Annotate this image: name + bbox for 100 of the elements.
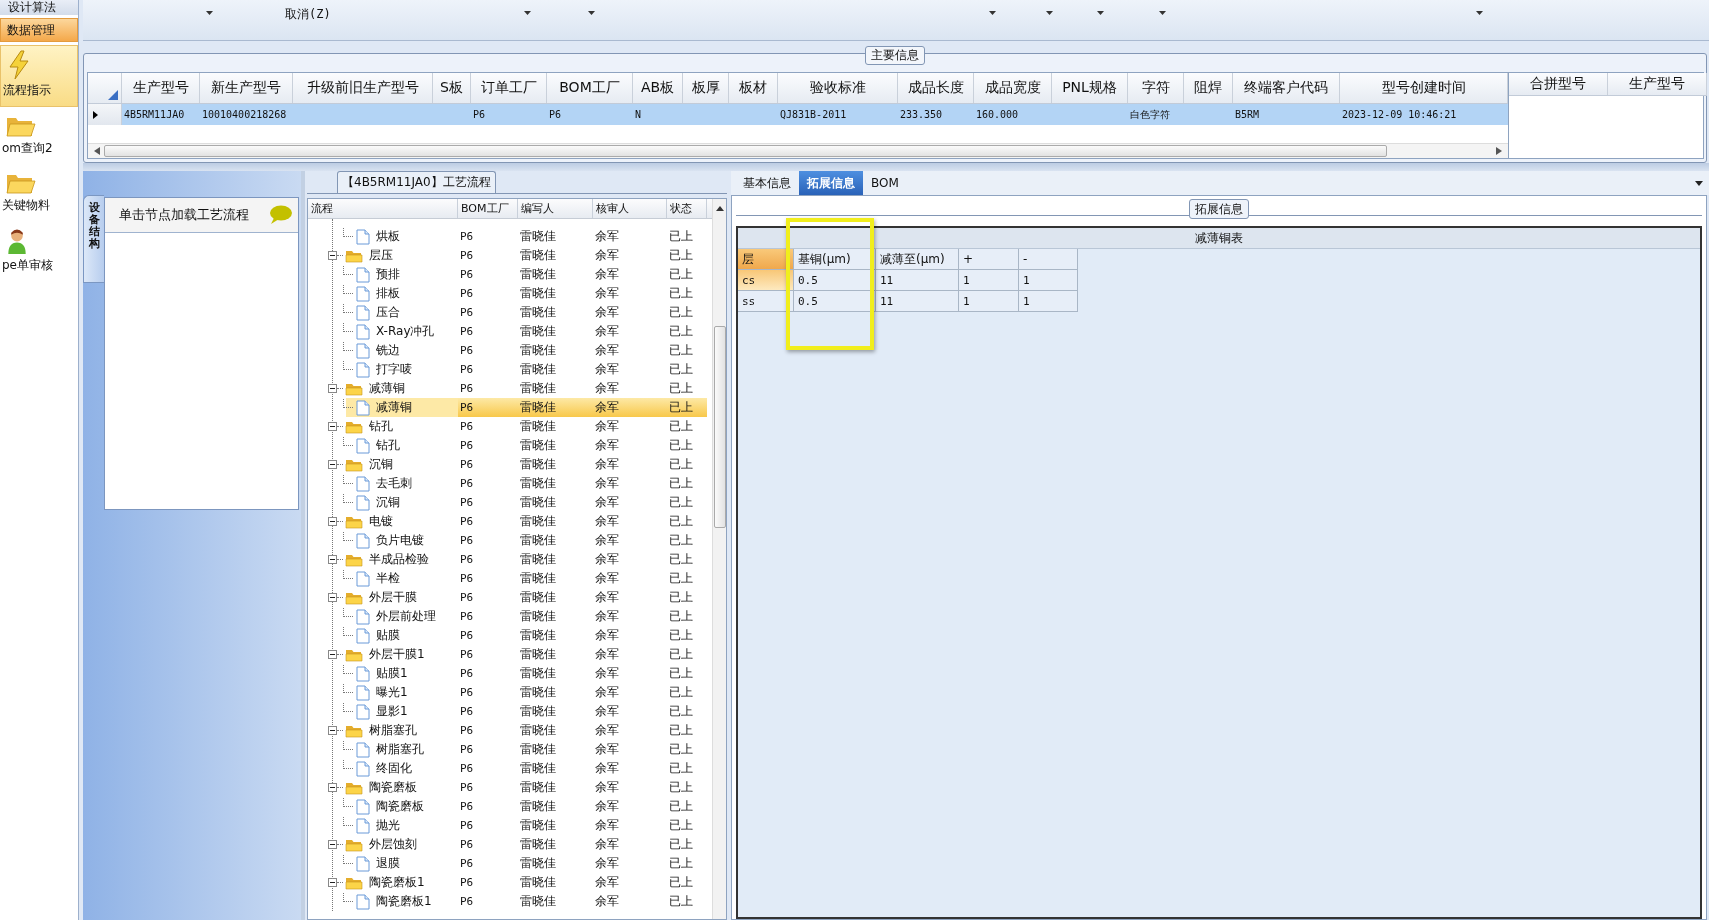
tree-row[interactable]: 陶瓷磨板 P6 雷晓佳 余军 已上 xyxy=(308,778,712,797)
collapse-icon[interactable] xyxy=(328,840,337,849)
tree-row[interactable]: X-Ray冲孔 P6 雷晓佳 余军 已上 xyxy=(308,322,712,341)
tree-row[interactable]: 外层前处理 P6 雷晓佳 余军 已上 xyxy=(308,607,712,626)
tree-row[interactable]: 沉铜 P6 雷晓佳 余军 已上 xyxy=(308,455,712,474)
tree-row[interactable]: 外层干膜1 P6 雷晓佳 余军 已上 xyxy=(308,645,712,664)
tree-row[interactable]: 终固化 P6 雷晓佳 余军 已上 xyxy=(308,759,712,778)
tree-row[interactable]: 钻孔 P6 雷晓佳 余军 已上 xyxy=(308,417,712,436)
scroll-right-icon[interactable] xyxy=(1496,147,1502,155)
collapse-icon[interactable] xyxy=(328,593,337,602)
column-header[interactable]: 减薄至(μm) xyxy=(876,249,959,270)
row-header-cell[interactable]: cs xyxy=(738,270,794,291)
sidebar-section-header[interactable]: 数据管理 xyxy=(0,18,78,42)
tree-row[interactable]: 烘板 P6 雷晓佳 余军 已上 xyxy=(308,227,712,246)
column-header[interactable]: 状态 xyxy=(667,199,707,218)
collapse-icon[interactable] xyxy=(328,384,337,393)
column-header[interactable]: 成品长度 xyxy=(898,73,974,103)
tree-row[interactable]: 打字唛 P6 雷晓佳 余军 已上 xyxy=(308,360,712,379)
column-header[interactable]: 新生产型号 xyxy=(200,73,293,103)
cancel-menu-item[interactable]: 取消(Z) xyxy=(285,6,331,23)
dropdown-arrow-icon[interactable] xyxy=(1695,181,1703,186)
collapse-icon[interactable] xyxy=(328,726,337,735)
dropdown-arrow-icon[interactable] xyxy=(588,11,595,15)
vertical-scrollbar[interactable] xyxy=(712,199,726,919)
column-header[interactable]: 板厚 xyxy=(683,73,729,103)
column-header[interactable]: 流程 xyxy=(308,199,458,218)
column-header[interactable]: 基铜(μm) xyxy=(794,249,876,270)
dropdown-arrow-icon[interactable] xyxy=(1097,11,1104,15)
tree-row[interactable]: 树脂塞孔 P6 雷晓佳 余军 已上 xyxy=(308,740,712,759)
tree-row[interactable]: 钻孔 P6 雷晓佳 余军 已上 xyxy=(308,436,712,455)
column-header[interactable]: 验收标准 xyxy=(778,73,898,103)
column-header[interactable]: 字符 xyxy=(1128,73,1184,103)
column-header[interactable]: + xyxy=(959,249,1019,270)
column-header[interactable]: 生产型号 xyxy=(122,73,200,103)
tab[interactable]: 基本信息 xyxy=(735,171,799,195)
tree-row[interactable]: 陶瓷磨板 P6 雷晓佳 余军 已上 xyxy=(308,797,712,816)
tree-row[interactable]: 抛光 P6 雷晓佳 余军 已上 xyxy=(308,816,712,835)
horizontal-scrollbar[interactable] xyxy=(88,143,1508,158)
tree-row[interactable]: 沉铜 P6 雷晓佳 余军 已上 xyxy=(308,493,712,512)
table-row[interactable]: 4B5RM11JA0 10010400218268 P6 P6 N QJ831B-2011 233.350 160.000 白色字符 B5RM 2023-12-09 10:46:21 xyxy=(88,104,1508,125)
tree-row[interactable]: 减薄铜 P6 雷晓佳 余军 已上 xyxy=(308,398,712,417)
dropdown-arrow-icon[interactable] xyxy=(524,11,531,15)
sidebar-item[interactable]: om查询2 xyxy=(0,110,78,164)
tree-row[interactable]: 贴膜 P6 雷晓佳 余军 已上 xyxy=(308,626,712,645)
dropdown-arrow-icon[interactable] xyxy=(1159,11,1166,15)
collapse-icon[interactable] xyxy=(328,251,337,260)
tree-row[interactable]: 铣边 P6 雷晓佳 余军 已上 xyxy=(308,341,712,360)
tab[interactable]: BOM xyxy=(863,171,907,195)
sidebar-item[interactable]: 设计算法 xyxy=(0,0,78,15)
collapse-icon[interactable] xyxy=(328,878,337,887)
dropdown-arrow-icon[interactable] xyxy=(1046,11,1053,15)
tree-row[interactable]: 负片电镀 P6 雷晓佳 余军 已上 xyxy=(308,531,712,550)
dropdown-arrow-icon[interactable] xyxy=(989,11,996,15)
tree-row[interactable]: 层压 P6 雷晓佳 余军 已上 xyxy=(308,246,712,265)
column-header[interactable]: 板材 xyxy=(729,73,778,103)
tree-row[interactable]: 陶瓷磨板1 P6 雷晓佳 余军 已上 xyxy=(308,873,712,892)
column-header[interactable]: 核审人 xyxy=(593,199,667,218)
tree-row[interactable]: 树脂塞孔 P6 雷晓佳 余军 已上 xyxy=(308,721,712,740)
scroll-thumb[interactable] xyxy=(713,326,726,528)
tree-row[interactable]: 预排 P6 雷晓佳 余军 已上 xyxy=(308,265,712,284)
scroll-thumb[interactable] xyxy=(104,145,1387,157)
scroll-up-icon[interactable] xyxy=(715,206,724,211)
vertical-tab[interactable]: 设备结构 xyxy=(83,195,104,283)
column-header[interactable]: 合拼型号 xyxy=(1509,73,1608,95)
tree-row[interactable]: 显影1 P6 雷晓佳 余军 已上 xyxy=(308,702,712,721)
column-header[interactable]: S板 xyxy=(433,73,471,103)
collapse-icon[interactable] xyxy=(328,517,337,526)
column-header[interactable]: 终端客户代码 xyxy=(1233,73,1340,103)
column-header[interactable]: 生产型号 xyxy=(1608,73,1707,95)
tab[interactable]: 拓展信息 xyxy=(799,171,863,195)
sidebar-item[interactable]: pe单审核 xyxy=(0,224,78,278)
tree-row[interactable]: 压合 P6 雷晓佳 余军 已上 xyxy=(308,303,712,322)
column-header[interactable]: BOM工厂 xyxy=(458,199,518,218)
collapse-icon[interactable] xyxy=(328,783,337,792)
tree-row[interactable]: 半成品检验 P6 雷晓佳 余军 已上 xyxy=(308,550,712,569)
tree-row[interactable]: 外层蚀刻 P6 雷晓佳 余军 已上 xyxy=(308,835,712,854)
column-header[interactable]: 升级前旧生产型号 xyxy=(293,73,433,103)
collapse-icon[interactable] xyxy=(328,650,337,659)
column-header[interactable]: 型号创建时间 xyxy=(1340,73,1508,103)
sidebar-item[interactable]: 关键物料 xyxy=(0,167,78,221)
column-header[interactable]: - xyxy=(1019,249,1078,270)
tree-row[interactable]: 电镀 P6 雷晓佳 余军 已上 xyxy=(308,512,712,531)
sidebar-item[interactable]: 流程指示 xyxy=(0,45,78,107)
tree-row[interactable]: 退膜 P6 雷晓佳 余军 已上 xyxy=(308,854,712,873)
tree-row[interactable]: 曝光1 P6 雷晓佳 余军 已上 xyxy=(308,683,712,702)
tree-row[interactable]: 外层干膜 P6 雷晓佳 余军 已上 xyxy=(308,588,712,607)
dropdown-arrow-icon[interactable] xyxy=(1476,11,1483,15)
column-header[interactable]: 编写人 xyxy=(518,199,593,218)
column-header[interactable]: 订单工厂 xyxy=(471,73,547,103)
row-header-cell[interactable]: ss xyxy=(738,291,794,312)
tree-row[interactable]: 贴膜1 P6 雷晓佳 余军 已上 xyxy=(308,664,712,683)
column-header[interactable]: 阻焊 xyxy=(1184,73,1233,103)
collapse-icon[interactable] xyxy=(328,460,337,469)
column-header[interactable]: AB板 xyxy=(633,73,683,103)
tree-row[interactable]: 排板 P6 雷晓佳 余军 已上 xyxy=(308,284,712,303)
dropdown-arrow-icon[interactable] xyxy=(206,11,213,15)
column-header[interactable]: PNL规格 xyxy=(1052,73,1128,103)
column-header[interactable]: 层 xyxy=(738,249,794,270)
column-header[interactable]: 成品宽度 xyxy=(974,73,1052,103)
column-header[interactable]: BOM工厂 xyxy=(547,73,633,103)
